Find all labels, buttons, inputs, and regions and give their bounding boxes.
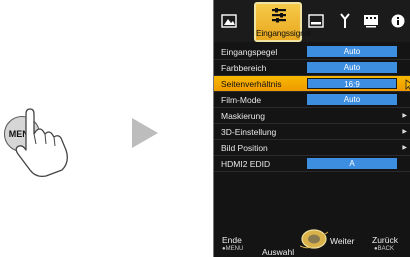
select-label: Auswahl [262, 247, 295, 257]
menu-item-label: Seitenverhältnis [221, 79, 282, 89]
menu-item-eingangspegel[interactable]: Eingangspegel Auto [214, 44, 410, 60]
info-icon [391, 14, 404, 27]
navigation-dial-icon [300, 229, 328, 249]
menu-item-seitenverhaeltnis[interactable]: Seitenverhältnis 16:9 [214, 76, 410, 92]
submenu-arrow-icon: ▶ [402, 113, 407, 119]
osd-footer: Ende ●MENU Auswahl Weiter Zurück ●BACK [214, 222, 410, 257]
menu-item-label: 3D-Einstellung [221, 127, 277, 137]
tab-display-setup[interactable] [336, 12, 353, 29]
menu-item-label: Maskierung [221, 111, 265, 121]
menu-item-value: Auto [307, 62, 397, 73]
settings-menu: Eingangspegel Auto Farbbereich Auto Seit… [214, 44, 410, 172]
menu-item-maskierung[interactable]: Maskierung ▶ [214, 108, 410, 124]
menu-item-farbbereich[interactable]: Farbbereich Auto [214, 60, 410, 76]
menu-item-label: Farbbereich [221, 63, 267, 73]
back-key-hint: ●BACK [374, 246, 394, 252]
menu-item-label: HDMI2 EDID [221, 159, 271, 169]
back-label: Zurück [372, 235, 398, 245]
menu-item-hdmi2-edid[interactable]: HDMI2 EDID A [214, 156, 410, 172]
menu-item-label: Bild Position [221, 143, 268, 153]
picture-icon [220, 13, 237, 28]
osd-menu-panel: Eingangssignal Eingangspegel Auto Farbbe… [213, 0, 410, 257]
tab-info[interactable] [389, 12, 406, 29]
menu-item-bild-position[interactable]: Bild Position ▶ [214, 140, 410, 156]
menu-press-illustration: MENU [0, 100, 90, 180]
exit-label: Ende [222, 235, 242, 245]
tab-input-signal[interactable]: Eingangssignal [254, 2, 311, 42]
arrow-right-icon [132, 118, 158, 148]
tab-installation[interactable] [307, 12, 324, 29]
menu-item-value: Auto [307, 94, 397, 105]
menu-item-label: Film-Mode [221, 95, 262, 105]
menu-item-film-mode[interactable]: Film-Mode Auto [214, 92, 410, 108]
hand-icon [15, 108, 68, 178]
tab-picture[interactable] [220, 12, 237, 29]
menu-item-value: 16:9 [307, 78, 397, 89]
next-label: Weiter [330, 236, 355, 246]
menu-item-value: Auto [307, 46, 397, 57]
input-signal-icon [272, 8, 286, 23]
pointer-cursor-icon [405, 79, 410, 90]
installation-icon [307, 13, 324, 28]
function-icon [363, 14, 378, 27]
exit-key-hint: ●MENU [222, 246, 244, 252]
menu-item-value: A [307, 158, 397, 169]
tab-input-signal-label: Eingangssignal [256, 28, 311, 38]
menu-item-3d-einstellung[interactable]: 3D-Einstellung ▶ [214, 124, 410, 140]
submenu-arrow-icon: ▶ [402, 129, 407, 135]
menu-item-label: Eingangspegel [221, 47, 278, 57]
display-setup-icon [339, 12, 350, 28]
submenu-arrow-icon: ▶ [402, 145, 407, 151]
tab-bar: Eingangssignal [214, 0, 410, 42]
tab-function[interactable] [362, 12, 379, 29]
